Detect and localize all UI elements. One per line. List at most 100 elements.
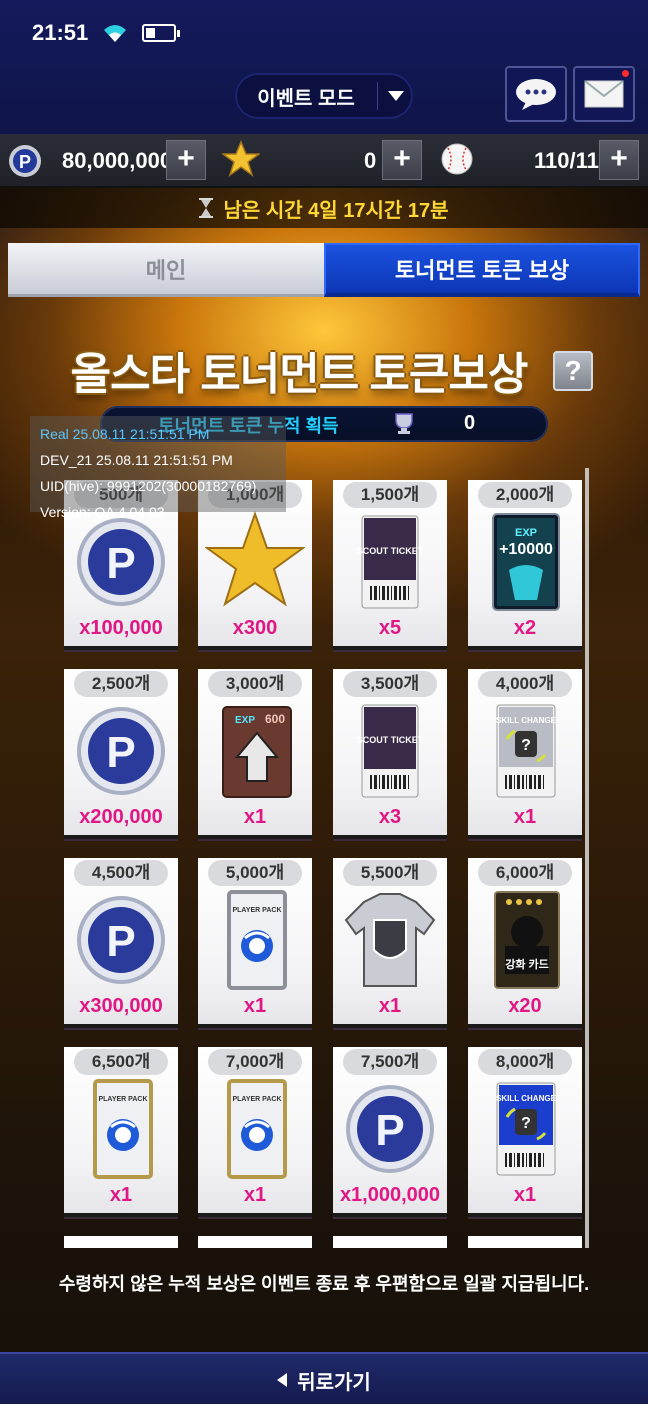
exp-card-icon: EXP +10000 <box>475 510 575 614</box>
reward-card[interactable]: 6,500개 PLAYER PACK x1 <box>64 1047 178 1213</box>
hourglass-icon <box>199 198 214 218</box>
notification-dot <box>622 70 629 77</box>
reward-quantity: x3 <box>378 806 402 828</box>
player-pack-gold-icon: PLAYER PACK <box>205 1077 305 1181</box>
mode-label: 이벤트 모드 <box>257 87 355 110</box>
enhance-card-icon: 강화 카드 <box>475 888 575 992</box>
back-label: 뒤로가기 <box>297 1371 371 1394</box>
tab-main[interactable]: 메인 <box>8 243 324 297</box>
svg-text:P: P <box>106 539 135 588</box>
scout-ticket-icon: SCOUT TICKET <box>340 699 440 803</box>
svg-text:?: ? <box>521 737 531 754</box>
reward-quantity: x1 <box>109 1184 133 1206</box>
reward-cost: 1,500개 <box>343 482 437 508</box>
reward-card[interactable]: 4,500개 Px300,000 <box>64 858 178 1024</box>
reward-cost: 3,000개 <box>208 671 302 697</box>
svg-text:SCOUT TICKET: SCOUT TICKET <box>357 546 424 556</box>
add-points-button[interactable]: + <box>166 140 206 180</box>
svg-text:P: P <box>19 152 31 172</box>
reward-cost: 3,500개 <box>343 671 437 697</box>
svg-text:SCOUT TICKET: SCOUT TICKET <box>357 735 424 745</box>
reward-card[interactable]: 7,500개 Px1,000,000 <box>333 1047 447 1213</box>
reward-quantity: x5 <box>378 617 402 639</box>
reward-card[interactable]: 4,000개 SKILL CHANGE? x1 <box>468 669 582 835</box>
point-coin-icon: P <box>340 1077 440 1181</box>
point-coin-icon: P <box>71 699 171 803</box>
reward-card-partial[interactable] <box>198 1236 312 1248</box>
status-time: 21:51 <box>32 20 89 45</box>
star-icon <box>205 510 305 614</box>
premium-skill-change-icon: SKILL CHANGE? <box>475 1077 575 1181</box>
svg-text:P: P <box>106 917 135 966</box>
reward-card[interactable]: 3,000개 EXP 600 x1 <box>198 669 312 835</box>
reward-card[interactable]: 5,000개 PLAYER PACK x1 <box>198 858 312 1024</box>
add-stars-button[interactable]: + <box>382 140 422 180</box>
mail-icon <box>584 80 624 108</box>
reward-cost: 8,000개 <box>478 1049 572 1075</box>
player-pack-gold-icon: PLAYER PACK <box>71 1077 171 1181</box>
svg-text:?: ? <box>521 1115 531 1132</box>
point-coin-icon: P <box>9 145 41 177</box>
chat-button[interactable] <box>505 66 567 122</box>
reward-grid[interactable]: 500개 Px100,000 1,000개 x300 1,500개 SCOUT TICKE… <box>0 480 648 1248</box>
reward-card[interactable]: 3,500개 SCOUT TICKET x3 <box>333 669 447 835</box>
debug-overlay: Real 25.08.11 21:51:51 PM DEV_21 25.08.1… <box>30 416 286 520</box>
reward-quantity: x1 <box>513 806 537 828</box>
mail-button[interactable] <box>573 66 635 122</box>
reward-card-partial[interactable] <box>64 1236 178 1248</box>
svg-text:600: 600 <box>265 712 285 726</box>
reward-quantity: x2 <box>513 617 537 639</box>
reward-card[interactable]: 1,500개 SCOUT TICKET x5 <box>333 480 447 646</box>
help-button[interactable]: ? <box>553 351 593 391</box>
reward-cost: 2,500개 <box>74 671 168 697</box>
debug-real: Real 25.08.11 21:51:51 PM <box>40 426 210 442</box>
tab-tournament-token-reward[interactable]: 토너먼트 토큰 보상 <box>324 243 640 297</box>
point-coin-icon: P <box>71 888 171 992</box>
reward-card[interactable]: 7,000개 PLAYER PACK x1 <box>198 1047 312 1213</box>
reward-card-partial[interactable] <box>468 1236 582 1248</box>
token-count: 0 <box>464 412 476 434</box>
svg-text:EXP: EXP <box>515 527 537 539</box>
timer-text: 남은 시간 4일 17시간 17분 <box>223 199 449 222</box>
reward-card[interactable]: 2,500개 Px200,000 <box>64 669 178 835</box>
reward-cost: 6,500개 <box>74 1049 168 1075</box>
svg-text:EXP: EXP <box>235 715 255 726</box>
footer-notice: 수령하지 않은 누적 보상은 이벤트 종료 후 우편함으로 일괄 지급됩니다. <box>58 1274 590 1294</box>
stars-value: 0 <box>364 148 377 173</box>
reward-quantity: x1 <box>378 995 402 1017</box>
reward-card[interactable]: 2,000개 EXP +10000 x2 <box>468 480 582 646</box>
mode-divider <box>377 82 378 110</box>
svg-text:P: P <box>106 728 135 777</box>
reward-cost: 5,500개 <box>343 860 437 886</box>
reward-card-partial[interactable] <box>333 1236 447 1248</box>
reward-card[interactable]: 6,000개 강화 카드 x20 <box>468 858 582 1024</box>
svg-text:SKILL CHANGE: SKILL CHANGE <box>496 1094 557 1103</box>
back-button[interactable]: 뒤로가기 <box>0 1352 648 1404</box>
back-arrow-icon <box>277 1373 288 1387</box>
star-icon <box>222 140 260 177</box>
reward-quantity: x300 <box>232 617 278 639</box>
reward-quantity: x1 <box>243 806 267 828</box>
uniform-icon <box>340 888 440 992</box>
debug-dev: DEV_21 25.08.11 21:51:51 PM <box>40 452 233 468</box>
baseball-icon <box>441 143 473 175</box>
points-value: 80,000,000 <box>62 148 173 173</box>
reward-card[interactable]: 8,000개 SKILL CHANGE? x1 <box>468 1047 582 1213</box>
mode-dropdown[interactable]: 이벤트 모드 <box>235 73 413 119</box>
chevron-down-icon <box>388 91 404 101</box>
point-coin-icon: P <box>71 510 171 614</box>
scrollbar[interactable] <box>585 468 589 1248</box>
svg-text:PLAYER PACK: PLAYER PACK <box>232 1096 281 1103</box>
tab-bar: 메인 토너먼트 토큰 보상 <box>8 243 640 297</box>
reward-quantity: x1 <box>513 1184 537 1206</box>
event-timer: 남은 시간 4일 17시간 17분 <box>0 188 648 228</box>
reward-cost: 7,000개 <box>208 1049 302 1075</box>
reward-card[interactable]: 5,500개 x1 <box>333 858 447 1024</box>
add-balls-button[interactable]: + <box>599 140 639 180</box>
player-pack-icon: PLAYER PACK <box>205 888 305 992</box>
skill-change-ticket-icon: SKILL CHANGE? <box>475 699 575 803</box>
debug-version: Version: QA 4.04.03 <box>40 504 165 520</box>
svg-text:P: P <box>375 1106 404 1155</box>
reward-quantity: x100,000 <box>79 617 163 639</box>
chat-icon <box>516 79 556 110</box>
